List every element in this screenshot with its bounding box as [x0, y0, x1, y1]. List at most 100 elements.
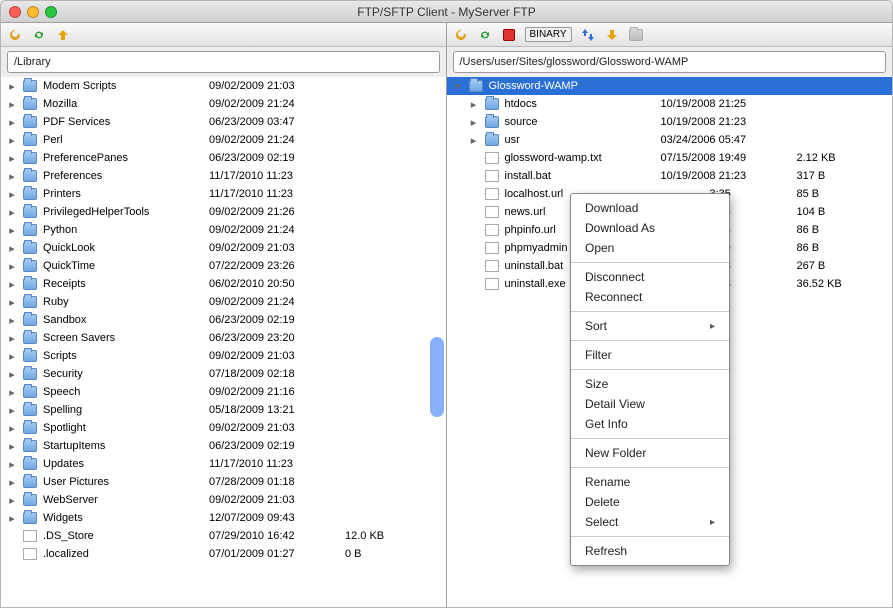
menu-item[interactable]: Get Info	[571, 414, 729, 434]
list-item[interactable]: ▸QuickTime07/22/2009 23:26	[1, 257, 446, 275]
disclosure-icon[interactable]: ▸	[7, 224, 17, 237]
disclosure-icon[interactable]: ▸	[7, 152, 17, 165]
disclosure-icon[interactable]: ▸	[7, 188, 17, 201]
list-item[interactable]: ▸Mozilla09/02/2009 21:24	[1, 95, 446, 113]
disclosure-icon[interactable]: ▸	[7, 80, 17, 93]
list-item[interactable]: ▸QuickLook09/02/2009 21:03	[1, 239, 446, 257]
close-icon[interactable]	[9, 6, 21, 18]
disclosure-icon[interactable]: ▸	[7, 476, 17, 489]
folder-icon	[23, 116, 37, 128]
disclosure-icon[interactable]: ▸	[7, 404, 17, 417]
sync-icon[interactable]	[31, 27, 47, 43]
menu-item[interactable]: Filter	[571, 345, 729, 365]
list-item[interactable]: ▸PrivilegedHelperTools09/02/2009 21:26	[1, 203, 446, 221]
disclosure-icon[interactable]: ▸	[7, 422, 17, 435]
disclosure-icon[interactable]: ▸	[7, 386, 17, 399]
list-item[interactable]: ▸Python09/02/2009 21:24	[1, 221, 446, 239]
sync-icon[interactable]	[477, 27, 493, 43]
list-item[interactable]: glossword-wamp.txt07/15/2008 19:492.12 K…	[447, 149, 893, 167]
list-item[interactable]: install.bat10/19/2008 21:23317 B	[447, 167, 893, 185]
disclosure-icon[interactable]: ▸	[469, 98, 479, 111]
list-item[interactable]: ▸PDF Services06/23/2009 03:47	[1, 113, 446, 131]
list-item[interactable]: ▸Preferences11/17/2010 11:23	[1, 167, 446, 185]
menu-item[interactable]: Disconnect	[571, 267, 729, 287]
list-item[interactable]: ▸Modem Scripts09/02/2009 21:03	[1, 77, 446, 95]
transfer-mode-badge[interactable]: BINARY	[525, 27, 572, 42]
minimize-icon[interactable]	[27, 6, 39, 18]
list-item[interactable]: ▸Spelling05/18/2009 13:21	[1, 401, 446, 419]
disclosure-icon[interactable]: ▸	[7, 242, 17, 255]
list-item[interactable]: ▸Receipts06/02/2010 20:50	[1, 275, 446, 293]
download-icon[interactable]	[604, 27, 620, 43]
refresh-icon[interactable]	[453, 27, 469, 43]
menu-item[interactable]: Rename	[571, 472, 729, 492]
list-item-root[interactable]: ▾Glossword-WAMP	[447, 77, 893, 95]
disclosure-icon[interactable]: ▸	[7, 98, 17, 111]
list-item[interactable]: ▸Speech09/02/2009 21:16	[1, 383, 446, 401]
disclosure-icon[interactable]: ▸	[7, 512, 17, 525]
list-item[interactable]: ▸Perl09/02/2009 21:24	[1, 131, 446, 149]
menu-item[interactable]: Delete	[571, 492, 729, 512]
disclosure-icon[interactable]: ▸	[7, 206, 17, 219]
list-item[interactable]: ▸htdocs10/19/2008 21:25	[447, 95, 893, 113]
list-item[interactable]: .localized07/01/2009 01:270 B	[1, 545, 446, 563]
disclosure-icon[interactable]: ▸	[7, 458, 17, 471]
disclosure-icon[interactable]: ▸	[7, 314, 17, 327]
stop-icon[interactable]	[501, 27, 517, 43]
disclosure-icon[interactable]: ▸	[7, 170, 17, 183]
item-date: 09/02/2009 21:24	[209, 296, 339, 308]
disclosure-icon[interactable]: ▸	[7, 332, 17, 345]
up-icon[interactable]	[55, 27, 71, 43]
updown-icon[interactable]	[580, 27, 596, 43]
list-item[interactable]: ▸Screen Savers06/23/2009 23:20	[1, 329, 446, 347]
list-item[interactable]: ▸Ruby09/02/2009 21:24	[1, 293, 446, 311]
zoom-icon[interactable]	[45, 6, 57, 18]
list-item[interactable]: .DS_Store07/29/2010 16:4212.0 KB	[1, 527, 446, 545]
folder-icon[interactable]	[628, 27, 644, 43]
menu-item[interactable]: Open	[571, 238, 729, 258]
list-item[interactable]: ▸Spotlight09/02/2009 21:03	[1, 419, 446, 437]
list-item[interactable]: ▸WebServer09/02/2009 21:03	[1, 491, 446, 509]
scrollbar-thumb[interactable]	[430, 337, 444, 417]
list-item[interactable]: ▸Updates11/17/2010 11:23	[1, 455, 446, 473]
menu-item[interactable]: Size	[571, 374, 729, 394]
menu-item[interactable]: Select	[571, 512, 729, 532]
menu-item[interactable]: Refresh	[571, 541, 729, 561]
item-date: 09/02/2009 21:03	[209, 422, 339, 434]
list-item[interactable]: ▸Security07/18/2009 02:18	[1, 365, 446, 383]
disclosure-icon[interactable]: ▸	[7, 116, 17, 129]
item-date: 09/02/2009 21:03	[209, 494, 339, 506]
disclosure-icon[interactable]: ▸	[469, 116, 479, 129]
menu-item[interactable]: Sort	[571, 316, 729, 336]
refresh-icon[interactable]	[7, 27, 23, 43]
menu-item[interactable]: Detail View	[571, 394, 729, 414]
list-item[interactable]: ▸source10/19/2008 21:23	[447, 113, 893, 131]
list-item[interactable]: ▸usr03/24/2006 05:47	[447, 131, 893, 149]
disclosure-icon[interactable]: ▸	[7, 134, 17, 147]
menu-item[interactable]: Download	[571, 198, 729, 218]
item-date: 06/23/2009 03:47	[209, 116, 339, 128]
local-file-list[interactable]: ▸Modem Scripts09/02/2009 21:03▸Mozilla09…	[1, 77, 446, 607]
menu-item[interactable]: Download As	[571, 218, 729, 238]
disclosure-icon[interactable]: ▸	[7, 296, 17, 309]
disclosure-icon[interactable]: ▸	[7, 260, 17, 273]
disclosure-icon[interactable]: ▸	[7, 368, 17, 381]
disclosure-icon[interactable]: ▸	[7, 278, 17, 291]
disclosure-icon[interactable]: ▸	[7, 350, 17, 363]
list-item[interactable]: ▸Printers11/17/2010 11:23	[1, 185, 446, 203]
list-item[interactable]: ▸Scripts09/02/2009 21:03	[1, 347, 446, 365]
disclosure-icon[interactable]: ▸	[469, 134, 479, 147]
disclosure-icon[interactable]: ▸	[7, 494, 17, 507]
menu-item[interactable]: Reconnect	[571, 287, 729, 307]
list-item[interactable]: ▸Widgets12/07/2009 09:43	[1, 509, 446, 527]
list-item[interactable]: ▸StartupItems06/23/2009 02:19	[1, 437, 446, 455]
disclosure-icon[interactable]: ▾	[453, 80, 463, 93]
menu-item[interactable]: New Folder	[571, 443, 729, 463]
local-path-input[interactable]: /Library	[7, 51, 440, 73]
remote-path-input[interactable]: /Users/user/Sites/glossword/Glossword-WA…	[453, 51, 887, 73]
disclosure-icon[interactable]: ▸	[7, 440, 17, 453]
list-item[interactable]: ▸Sandbox06/23/2009 02:19	[1, 311, 446, 329]
titlebar[interactable]: FTP/SFTP Client - MyServer FTP	[1, 1, 892, 23]
list-item[interactable]: ▸User Pictures07/28/2009 01:18	[1, 473, 446, 491]
list-item[interactable]: ▸PreferencePanes06/23/2009 02:19	[1, 149, 446, 167]
